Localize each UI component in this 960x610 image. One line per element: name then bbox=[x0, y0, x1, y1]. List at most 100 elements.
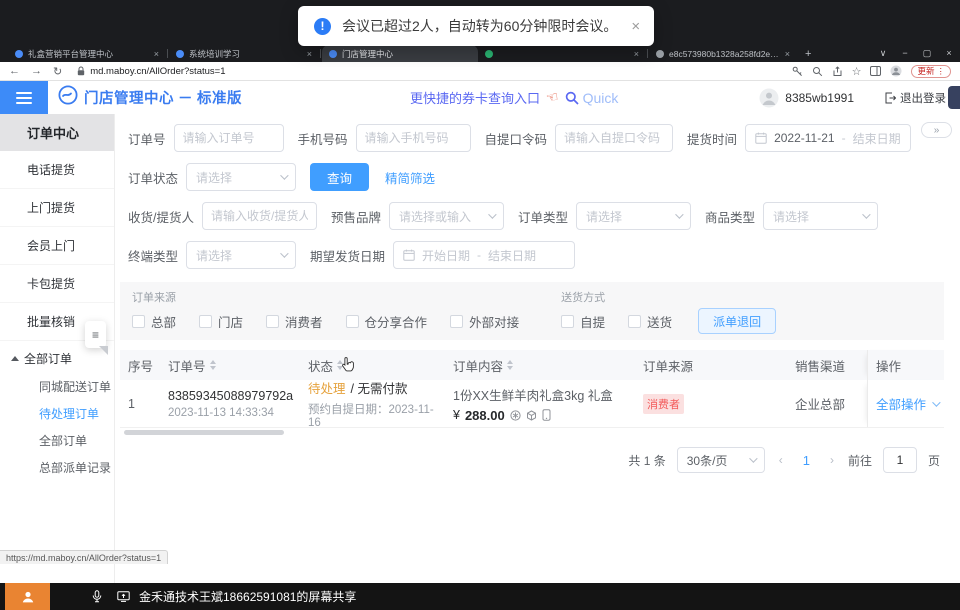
screen-share-icon[interactable] bbox=[117, 591, 130, 602]
col-action: 操作 bbox=[867, 350, 944, 380]
sidebar-collapse-handle[interactable]: ≡ bbox=[85, 321, 106, 348]
checkbox-consumer[interactable]: 消费者 bbox=[266, 312, 323, 331]
sidebar-item-pending-orders[interactable]: 待处理订单 bbox=[0, 400, 114, 427]
horizontal-scrollbar[interactable] bbox=[124, 430, 284, 435]
pickup-time-range[interactable]: 2022-11-21 - 结束日期 bbox=[745, 124, 911, 152]
browser-tab-5[interactable]: e8c573980b1328a258fd2e618 × bbox=[649, 45, 797, 62]
key-icon[interactable] bbox=[792, 66, 803, 77]
profile-icon[interactable] bbox=[890, 65, 902, 77]
share-icon[interactable] bbox=[832, 66, 843, 77]
pickup-code-input[interactable] bbox=[555, 124, 673, 152]
col-content[interactable]: 订单内容 bbox=[445, 350, 635, 380]
quick-label[interactable]: Quick bbox=[583, 90, 619, 106]
search-row-2: 订单状态 请选择 查询 精简筛选 bbox=[120, 163, 944, 191]
side-panel-icon[interactable] bbox=[870, 66, 881, 76]
forward-icon[interactable]: → bbox=[31, 65, 42, 77]
sort-icon[interactable] bbox=[210, 360, 216, 370]
toast-close-icon[interactable]: × bbox=[631, 18, 640, 35]
window-minimize-icon[interactable]: − bbox=[894, 48, 916, 58]
quick-entry-link[interactable]: 更快捷的券卡查询入口 bbox=[410, 88, 540, 107]
expect-date-range[interactable]: 开始日期 - 结束日期 bbox=[393, 241, 575, 269]
checkbox-store[interactable]: 门店 bbox=[199, 312, 243, 331]
edge-widget[interactable] bbox=[948, 86, 960, 109]
phone-input[interactable] bbox=[356, 124, 471, 152]
page-size-select[interactable]: 30条/页 bbox=[677, 447, 765, 473]
order-created-time: 2023-11-13 14:33:34 bbox=[168, 407, 293, 419]
sidebar-item-all-orders[interactable]: 全部订单 bbox=[0, 427, 114, 454]
order-type-select[interactable]: 请选择 bbox=[576, 202, 691, 230]
delivery-method-group: 送货方式 自提 送货 bbox=[561, 289, 672, 331]
zoom-icon[interactable] bbox=[812, 66, 823, 77]
tab-close-icon[interactable]: × bbox=[154, 49, 159, 59]
window-menu-icon[interactable]: ∨ bbox=[872, 48, 894, 59]
goto-page-input[interactable] bbox=[883, 447, 917, 473]
brand-label: 预售品牌 bbox=[331, 207, 381, 226]
window-maximize-icon[interactable]: ▢ bbox=[916, 48, 938, 59]
sidebar-item-door-pickup[interactable]: 上门提货 bbox=[0, 189, 114, 227]
table-header: 序号 订单号 状态 订单内容 订单来源 销售渠道 操作 bbox=[120, 350, 944, 380]
bookmark-star-icon[interactable]: ☆ bbox=[852, 65, 862, 78]
search-row-4: 终端类型 请选择 期望发货日期 开始日期 - 结束日期 bbox=[120, 241, 944, 269]
col-channel: 销售渠道 bbox=[787, 350, 867, 380]
sidebar-item-hq-dispatch-log[interactable]: 总部派单记录 bbox=[0, 454, 114, 481]
chevron-down-icon bbox=[280, 249, 288, 257]
simplify-filter-link[interactable]: 精简筛选 bbox=[385, 168, 435, 187]
checkbox-icon bbox=[346, 315, 359, 328]
quick-search-icon[interactable] bbox=[565, 91, 579, 105]
col-status[interactable]: 状态 bbox=[300, 350, 445, 380]
sidebar-item-phone-pickup[interactable]: 电话提货 bbox=[0, 151, 114, 189]
panel-toggle-button[interactable]: » bbox=[921, 122, 952, 138]
hamburger-menu-button[interactable] bbox=[0, 81, 48, 114]
avatar[interactable] bbox=[759, 88, 779, 108]
browser-tab-2[interactable]: 系统培训学习 × bbox=[169, 45, 319, 62]
prev-page-button[interactable]: ‹ bbox=[776, 453, 786, 467]
checkbox-self-pickup[interactable]: 自提 bbox=[561, 312, 605, 331]
checkbox-delivery[interactable]: 送货 bbox=[628, 312, 672, 331]
checkbox-warehouse-share[interactable]: 仓分享合作 bbox=[346, 312, 428, 331]
order-status-select[interactable]: 请选择 bbox=[186, 163, 296, 191]
sort-icon[interactable] bbox=[507, 360, 513, 370]
back-icon[interactable]: ← bbox=[9, 65, 20, 77]
goods-type-select[interactable]: 请选择 bbox=[763, 202, 878, 230]
logout-button[interactable]: 退出登录 bbox=[884, 90, 946, 106]
next-page-button[interactable]: › bbox=[827, 453, 837, 467]
browser-tab-1[interactable]: 礼盒营销平台管理中心 × bbox=[8, 45, 166, 62]
window-controls: ∨ − ▢ × bbox=[872, 44, 960, 62]
reload-icon[interactable]: ↻ bbox=[53, 65, 62, 78]
receiver-input[interactable] bbox=[202, 202, 317, 230]
tab-favicon bbox=[176, 50, 184, 58]
tab-close-icon[interactable]: × bbox=[307, 49, 312, 59]
order-number[interactable]: 83859345088979792a bbox=[168, 389, 293, 403]
order-no-input[interactable] bbox=[174, 124, 284, 152]
row-action-dropdown[interactable]: 全部操作 bbox=[867, 380, 944, 427]
sidebar-group-all-orders[interactable]: 全部订单 bbox=[0, 344, 114, 373]
sidebar-item-member-visit[interactable]: 会员上门 bbox=[0, 227, 114, 265]
tab-close-icon[interactable]: × bbox=[785, 49, 790, 59]
microphone-icon[interactable] bbox=[92, 590, 102, 603]
checkbox-hq[interactable]: 总部 bbox=[132, 312, 176, 331]
tab-title: 门店管理中心 bbox=[342, 48, 471, 60]
browser-tab-3-active[interactable]: 门店管理中心 bbox=[322, 45, 478, 62]
checkbox-external[interactable]: 外部对接 bbox=[450, 312, 519, 331]
tab-close-icon[interactable]: × bbox=[634, 49, 639, 59]
chevron-down-icon bbox=[862, 210, 870, 218]
window-close-icon[interactable]: × bbox=[938, 48, 960, 58]
info-icon: ! bbox=[314, 18, 331, 35]
quick-entry-group: 更快捷的券卡查询入口 ☜ Quick bbox=[410, 88, 618, 107]
query-button[interactable]: 查询 bbox=[310, 163, 369, 191]
current-page[interactable]: 1 bbox=[797, 453, 816, 468]
sharer-avatar[interactable] bbox=[5, 583, 50, 610]
username[interactable]: 8385wb1991 bbox=[785, 91, 854, 105]
sidebar-item-cardbag-pickup[interactable]: 卡包提货 bbox=[0, 265, 114, 303]
browser-tab-4[interactable]: × bbox=[478, 45, 646, 62]
terminal-type-select[interactable]: 请选择 bbox=[186, 241, 296, 269]
tab-separator bbox=[167, 49, 168, 58]
url-text[interactable]: md.maboy.cn/AllOrder?status=1 bbox=[90, 66, 225, 77]
dispatch-return-button[interactable]: 派单退回 bbox=[698, 308, 776, 334]
brand-select[interactable]: 请选择或输入 bbox=[389, 202, 504, 230]
col-order-no[interactable]: 订单号 bbox=[160, 350, 300, 380]
sidebar-item-city-delivery[interactable]: 同城配送订单 bbox=[0, 373, 114, 400]
new-tab-button[interactable]: + bbox=[805, 48, 811, 60]
receiver-label: 收货/提货人 bbox=[128, 207, 194, 226]
update-button[interactable]: 更新 ⋮ bbox=[911, 65, 951, 78]
